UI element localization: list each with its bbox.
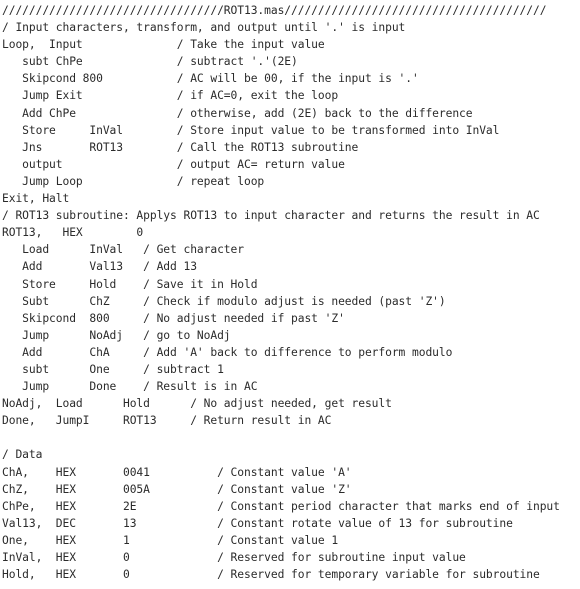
code-line: subt One / subtract 1 bbox=[2, 362, 224, 376]
code-line: Exit, Halt bbox=[2, 192, 70, 206]
code-line: InVal, HEX 0 / Reserved for subroutine i… bbox=[2, 551, 466, 564]
code-line: Jump NoAdj / go to NoAdj bbox=[2, 328, 231, 342]
code-line: / Input characters, transform, and outpu… bbox=[2, 21, 406, 35]
code-line: Add ChPe / otherwise, add (2E) back to t… bbox=[2, 106, 473, 120]
code-line: Done, JumpI ROT13 / Return result in AC bbox=[2, 414, 332, 428]
code-line: /////////////////////////////////ROT13.m… bbox=[2, 4, 547, 17]
code-line: Load InVal / Get character bbox=[2, 243, 244, 257]
code-line: Store Hold / Save it in Hold bbox=[2, 277, 258, 291]
code-line: / Data bbox=[2, 448, 43, 462]
code-line: Jns ROT13 / Call the ROT13 subroutine bbox=[2, 140, 359, 154]
code-line: subt ChPe / subtract '.'(2E) bbox=[2, 55, 298, 69]
code-line: ChA, HEX 0041 / Constant value 'A' bbox=[2, 465, 352, 479]
source-code-listing[interactable]: /////////////////////////////////ROT13.m… bbox=[0, 0, 580, 583]
code-line: Store InVal / Store input value to be tr… bbox=[2, 123, 500, 137]
code-line: Skipcond 800 / No adjust needed if past … bbox=[2, 311, 345, 325]
code-line: ChPe, HEX 2E / Constant period character… bbox=[2, 499, 560, 513]
code-line: Jump Done / Result is in AC bbox=[2, 380, 258, 394]
code-line: One, HEX 1 / Constant value 1 bbox=[2, 533, 339, 547]
code-line: Subt ChZ / Check if modulo adjust is nee… bbox=[2, 294, 446, 308]
code-line: NoAdj, Load Hold / No adjust needed, get… bbox=[2, 397, 392, 411]
code-line: Add Val13 / Add 13 bbox=[2, 260, 197, 274]
code-line: ROT13, HEX 0 bbox=[2, 226, 144, 240]
code-line: Skipcond 800 / AC will be 00, if the inp… bbox=[2, 72, 419, 86]
code-line: Hold, HEX 0 / Reserved for temporary var… bbox=[2, 568, 540, 582]
code-line: Loop, Input / Take the input value bbox=[2, 38, 325, 52]
code-line: Jump Exit / if AC=0, exit the loop bbox=[2, 89, 339, 103]
code-line: output / output AC= return value bbox=[2, 157, 345, 171]
code-line: ChZ, HEX 005A / Constant value 'Z' bbox=[2, 482, 352, 496]
code-line: Add ChA / Add 'A' back to difference to … bbox=[2, 345, 453, 359]
code-line: Jump Loop / repeat loop bbox=[2, 174, 265, 188]
code-line: / ROT13 subroutine: Applys ROT13 to inpu… bbox=[2, 209, 540, 223]
code-line: Val13, DEC 13 / Constant rotate value of… bbox=[2, 516, 513, 530]
